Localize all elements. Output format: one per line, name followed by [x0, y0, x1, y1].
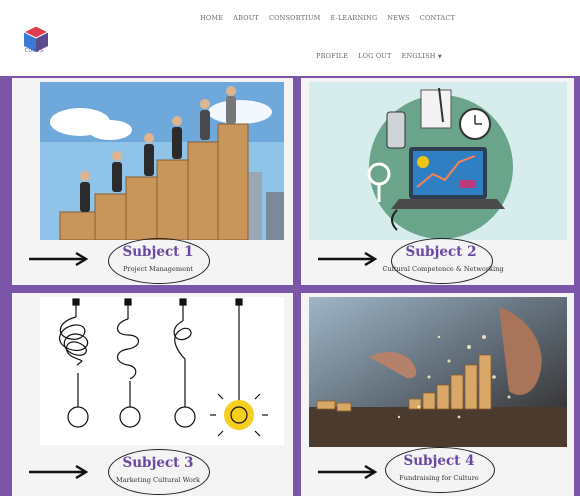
nav-home[interactable]: HOME — [200, 14, 223, 22]
language-selector[interactable]: ENGLISH ▼ — [402, 52, 442, 60]
subject-card-4[interactable]: Subject 4 Fundraising for Culture — [301, 293, 574, 496]
right-arrow-icon — [318, 252, 378, 266]
nav-contact[interactable]: CONTACT — [420, 14, 455, 22]
subject-title[interactable]: Subject 4 — [379, 453, 499, 469]
subject-title[interactable]: Subject 1 — [98, 244, 218, 260]
nav-consortium[interactable]: CONSORTIUM — [269, 14, 321, 22]
subject-title[interactable]: Subject 3 — [98, 455, 218, 471]
nav-about[interactable]: ABOUT — [233, 14, 259, 22]
subject-subtitle: Cultural Competence & Networking — [382, 265, 504, 273]
nav-e-learning[interactable]: E-LEARNING — [331, 14, 378, 22]
tangled-lightbulbs-image — [40, 297, 284, 445]
subject-card-2[interactable]: Subject 2 Cultural Competence & Networki… — [301, 78, 574, 285]
subjects-grid: Subject 1 Project Management Subject 2 C… — [0, 76, 580, 496]
subject-card-3[interactable]: Subject 3 Marketing Cultural Work — [12, 293, 293, 496]
primary-nav: HOME ABOUT CONSORTIUM E-LEARNING NEWS CO… — [200, 14, 455, 22]
teamwork-stairs-image — [40, 82, 284, 240]
subject-title[interactable]: Subject 2 — [381, 244, 501, 260]
language-label: ENGLISH — [401, 52, 436, 60]
nav-profile[interactable]: PROFILE — [316, 52, 348, 60]
secondary-nav: PROFILE LOG OUT ENGLISH ▼ — [316, 52, 442, 60]
subject-subtitle: Marketing Cultural Work — [115, 476, 201, 484]
subject-card-1[interactable]: Subject 1 Project Management — [12, 78, 293, 285]
nav-news[interactable]: NEWS — [387, 14, 409, 22]
logo-text: CUHES — [24, 48, 44, 54]
wooden-blocks-growth-image — [309, 297, 567, 447]
laptop-analytics-image — [309, 82, 567, 240]
subject-subtitle: Fundraising for Culture — [399, 474, 479, 482]
subject-subtitle: Project Management — [123, 265, 193, 273]
site-header: CUHES HOME ABOUT CONSORTIUM E-LEARNING N… — [0, 0, 580, 76]
nav-logout[interactable]: LOG OUT — [358, 52, 391, 60]
right-arrow-icon — [29, 252, 89, 266]
caret-down-icon: ▼ — [437, 54, 442, 60]
